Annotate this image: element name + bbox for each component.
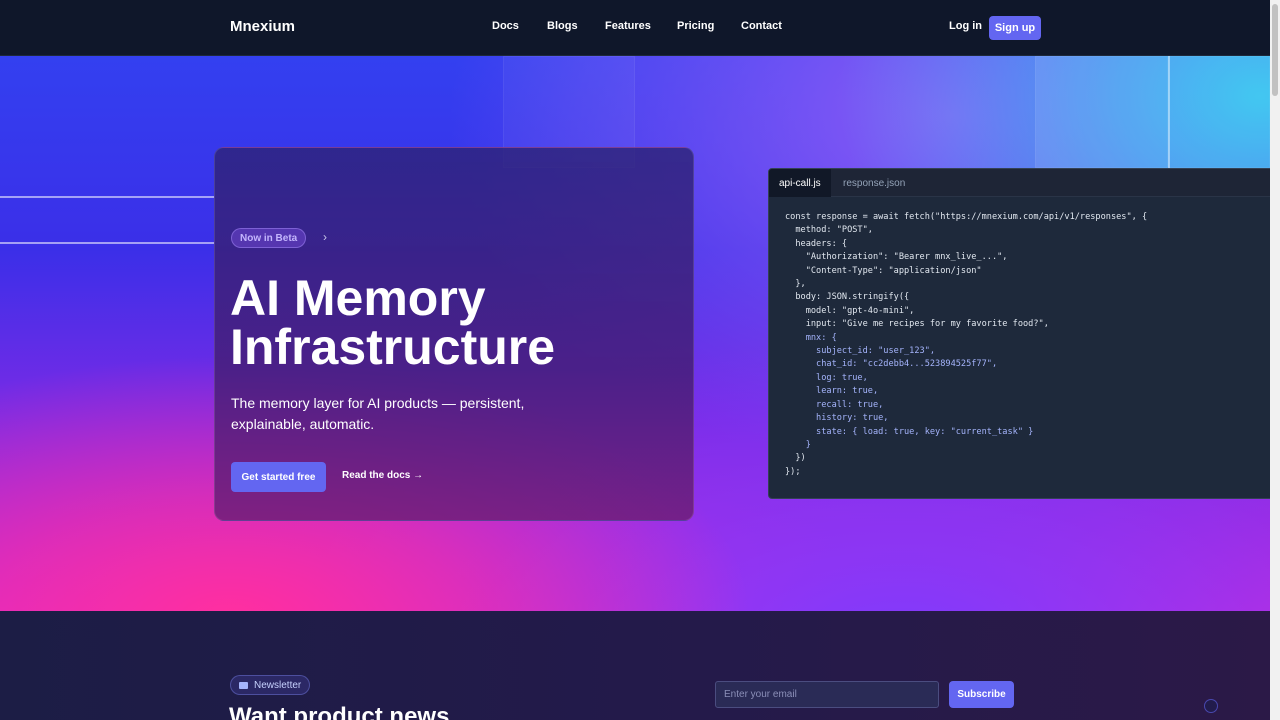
code-tabs: api-call.js response.json xyxy=(769,169,1270,197)
code-line: chat_id: "cc2debb4...523894525f77", xyxy=(785,359,998,370)
hero-title-line1: AI Memory xyxy=(230,270,486,326)
read-docs-link[interactable]: Read the docs → xyxy=(342,470,423,481)
get-started-button[interactable]: Get started free xyxy=(231,462,326,492)
newsletter-heading: Want product news xyxy=(229,703,450,720)
decor-line xyxy=(1168,56,1170,168)
hero-title-line2: Infrastructure xyxy=(230,319,556,375)
newsletter-badge: Newsletter xyxy=(230,675,311,695)
top-navbar: Mnexium Docs Blogs Features Pricing Cont… xyxy=(0,0,1270,56)
code-line: headers: { xyxy=(785,238,848,249)
code-line: } xyxy=(785,439,811,450)
nav-link-docs[interactable]: Docs xyxy=(492,20,519,32)
code-line: state: { load: true, key: "current_task"… xyxy=(785,426,1034,437)
code-line: }); xyxy=(785,466,801,477)
signup-button[interactable]: Sign up xyxy=(989,16,1041,40)
code-line: method: "POST", xyxy=(785,225,873,236)
code-line: log: true, xyxy=(785,372,868,383)
brand-logo[interactable]: Mnexium xyxy=(230,18,295,35)
nav-link-blogs[interactable]: Blogs xyxy=(547,20,578,32)
hero-title: AI Memory Infrastructure xyxy=(230,273,670,375)
decor-line xyxy=(0,196,214,198)
scrollbar-thumb[interactable] xyxy=(1272,4,1278,96)
chat-widget-icon[interactable] xyxy=(1204,699,1218,713)
page-scrollbar[interactable] xyxy=(1270,0,1280,720)
nav-link-contact[interactable]: Contact xyxy=(741,20,782,32)
code-line: subject_id: "user_123", xyxy=(785,346,936,357)
code-line: recall: true, xyxy=(785,399,884,410)
grid-tile xyxy=(1168,56,1270,168)
code-line: }) xyxy=(785,453,806,464)
code-line: "Authorization": "Bearer mnx_live_...", xyxy=(785,252,1008,263)
hero-subtitle: The memory layer for AI products — persi… xyxy=(231,395,525,432)
code-line: learn: true, xyxy=(785,386,879,397)
code-panel: api-call.js response.json const response… xyxy=(768,168,1270,499)
hero-section: Now in Beta › AI Memory Infrastructure T… xyxy=(0,56,1270,611)
code-line: body: JSON.stringify({ xyxy=(785,292,910,303)
nav-link-pricing[interactable]: Pricing xyxy=(677,20,714,32)
tab-response-json[interactable]: response.json xyxy=(833,169,915,197)
code-line: history: true, xyxy=(785,413,889,424)
login-link[interactable]: Log in xyxy=(949,20,982,32)
decor-line xyxy=(0,242,214,244)
grid-tile xyxy=(1035,56,1168,168)
code-line: model: "gpt-4o-mini", xyxy=(785,305,915,316)
mail-icon xyxy=(239,681,248,689)
tab-api-call-js[interactable]: api-call.js xyxy=(769,169,831,197)
beta-badge[interactable]: Now in Beta xyxy=(231,228,307,248)
code-line: mnx: { xyxy=(785,332,837,343)
code-line: input: "Give me recipes for my favorite … xyxy=(785,319,1049,330)
code-block: const response = await fetch("https://mn… xyxy=(785,211,1147,479)
nav-link-features[interactable]: Features xyxy=(605,20,651,32)
newsletter-badge-label: Newsletter xyxy=(254,679,302,691)
code-line: const response = await fetch("https://mn… xyxy=(785,212,1148,222)
subscribe-button[interactable]: Subscribe xyxy=(949,681,1014,708)
chevron-right-icon[interactable]: › xyxy=(323,230,327,244)
code-line: }, xyxy=(785,279,806,290)
newsletter-section: Newsletter Want product news Subscribe xyxy=(0,611,1270,720)
email-field[interactable] xyxy=(715,681,939,708)
hero-card: Now in Beta › AI Memory Infrastructure T… xyxy=(214,147,694,521)
code-line: "Content-Type": "application/json" xyxy=(785,265,982,276)
